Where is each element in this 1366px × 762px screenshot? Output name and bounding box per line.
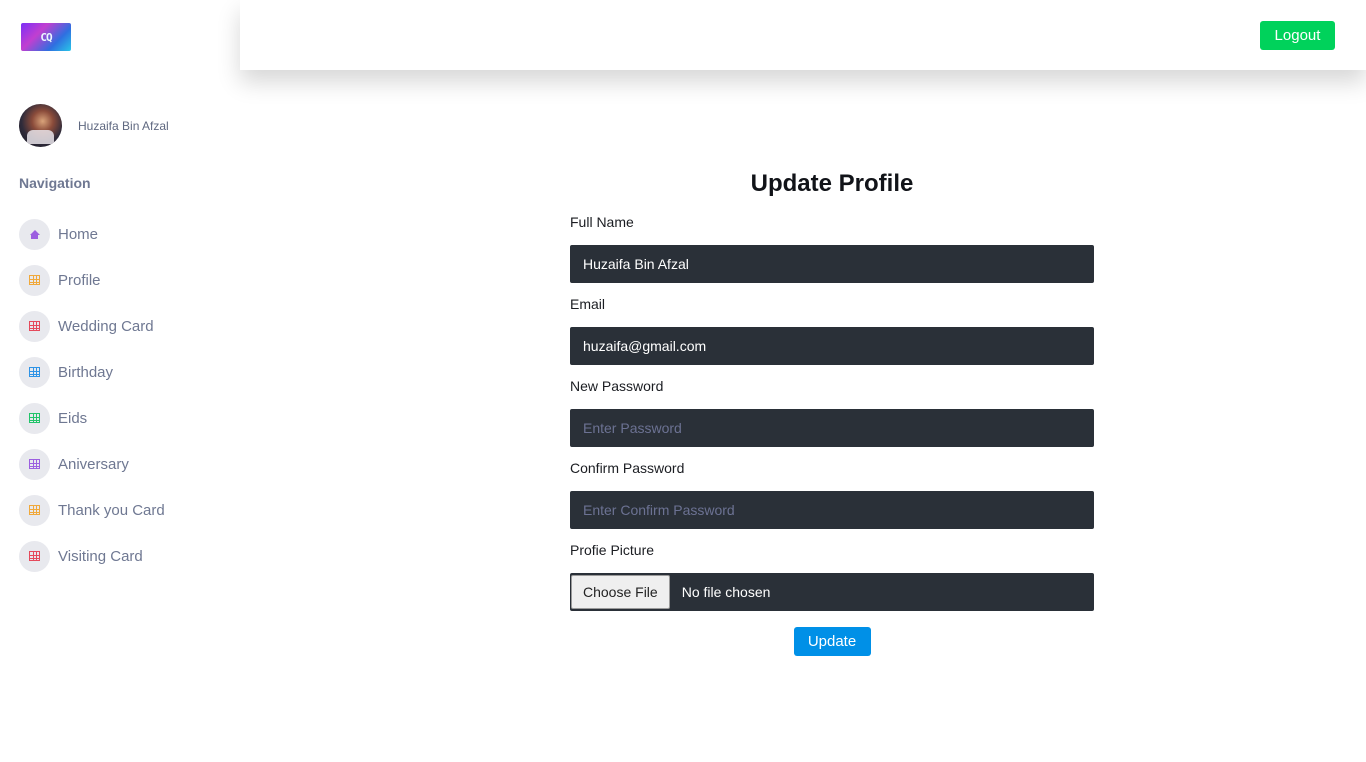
update-button[interactable]: Update	[793, 627, 871, 656]
sidebar-item-label: Home	[58, 225, 99, 243]
update-profile-form: Update Profile Full Name Email New Passw…	[570, 170, 1094, 656]
email-field[interactable]	[570, 327, 1094, 365]
profile-picture-input: Choose File No file chosen	[570, 573, 1094, 611]
grid-icon	[19, 402, 50, 434]
brand-logo[interactable]: CQ	[21, 23, 71, 51]
sidebar-item-label: Aniversary	[58, 455, 129, 473]
sidebar-item-label: Profile	[58, 271, 101, 289]
brand-logo-text: CQ	[40, 30, 52, 44]
logout-button[interactable]: Logout	[1260, 21, 1335, 50]
no-file-text: No file chosen	[681, 584, 771, 600]
confirm-password-field[interactable]	[570, 491, 1094, 529]
sidebar-item-label: Birthday	[58, 363, 114, 381]
grid-icon	[19, 448, 50, 480]
home-icon	[19, 218, 50, 250]
user-profile: Huzaifa Bin Afzal	[19, 104, 169, 147]
user-name: Huzaifa Bin Afzal	[78, 118, 169, 133]
sidebar-item-profile[interactable]: Profile	[19, 264, 165, 296]
confirm-password-label: Confirm Password	[570, 460, 685, 476]
sidebar-item-home[interactable]: Home	[19, 218, 165, 250]
sidebar-item-label: Eids	[58, 409, 88, 427]
sidebar-item-eids[interactable]: Eids	[19, 402, 165, 434]
email-label: Email	[570, 296, 606, 312]
profile-picture-label: Profie Picture	[570, 542, 655, 558]
nav-title: Navigation	[19, 175, 91, 191]
new-password-label: New Password	[570, 378, 664, 394]
grid-icon	[19, 310, 50, 342]
sidebar-nav: Home Profile Wedding Card Birthday Eids …	[19, 218, 165, 586]
full-name-field[interactable]	[570, 245, 1094, 283]
sidebar-item-label: Wedding Card	[58, 317, 154, 335]
sidebar-item-wedding-card[interactable]: Wedding Card	[19, 310, 165, 342]
choose-file-button[interactable]: Choose File	[571, 575, 670, 609]
page-title: Update Profile	[750, 170, 914, 197]
sidebar-item-birthday[interactable]: Birthday	[19, 356, 165, 388]
grid-icon	[19, 494, 50, 526]
top-navbar: Logout	[240, 0, 1366, 70]
sidebar-item-aniversary[interactable]: Aniversary	[19, 448, 165, 480]
sidebar-item-thank-you-card[interactable]: Thank you Card	[19, 494, 165, 526]
sidebar-item-visiting-card[interactable]: Visiting Card	[19, 540, 165, 572]
avatar	[19, 104, 62, 147]
submit-row: Update	[570, 627, 1094, 656]
grid-icon	[19, 264, 50, 296]
sidebar-item-label: Thank you Card	[58, 501, 165, 519]
sidebar-item-label: Visiting Card	[58, 547, 143, 565]
sidebar: CQ Huzaifa Bin Afzal Navigation Home Pro…	[0, 0, 240, 762]
grid-icon	[19, 356, 50, 388]
grid-icon	[19, 540, 50, 572]
full-name-label: Full Name	[570, 214, 634, 230]
new-password-field[interactable]	[570, 409, 1094, 447]
